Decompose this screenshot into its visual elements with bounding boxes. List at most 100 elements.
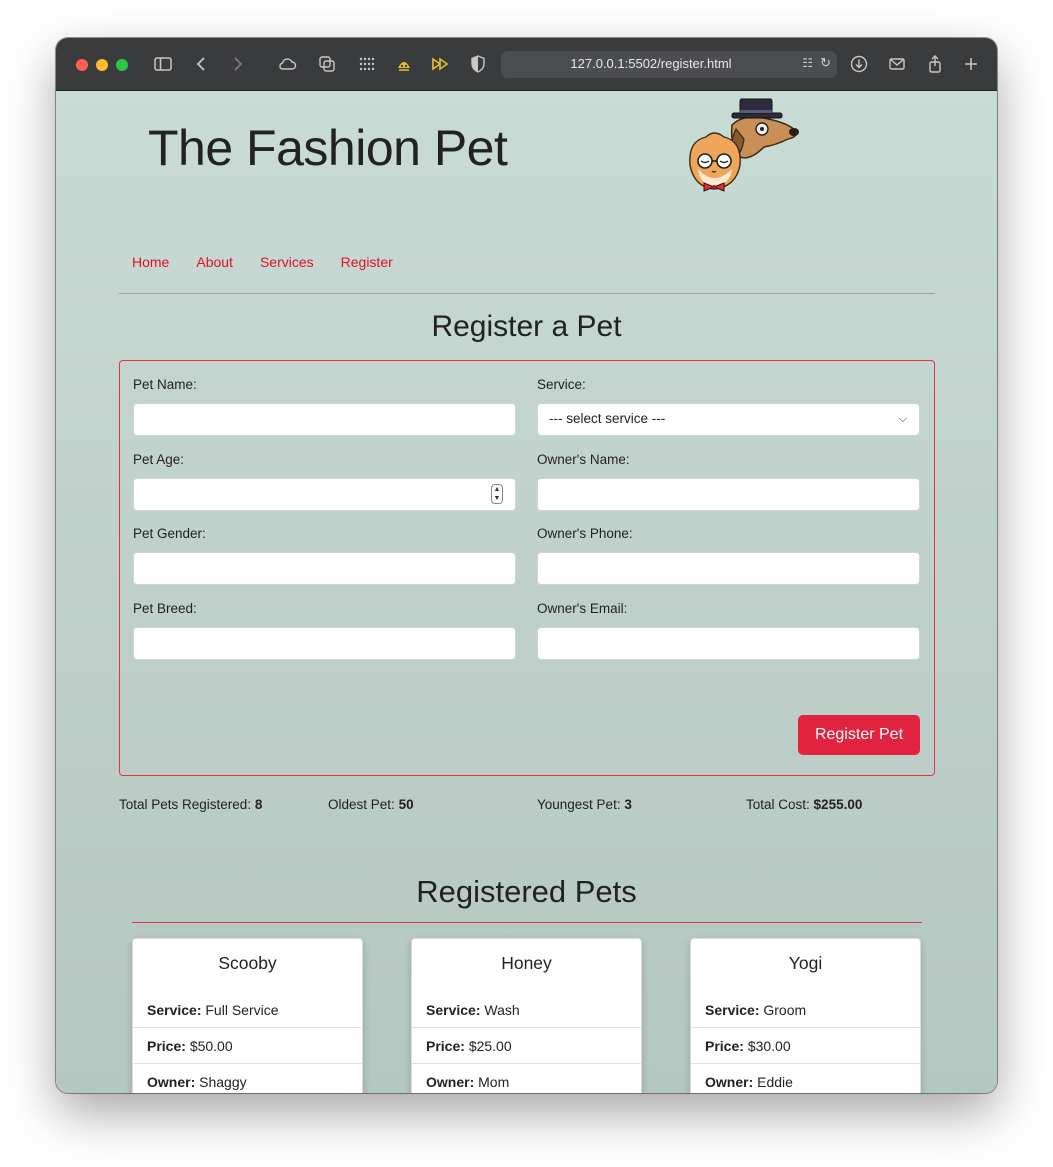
pet-card-service-label: Service: — [705, 1002, 760, 1018]
pet-card-service-row: Service: Wash — [412, 992, 641, 1028]
close-window-button[interactable] — [76, 59, 88, 71]
pet-card-price-row: Price: $25.00 — [412, 1028, 641, 1064]
download-icon[interactable] — [847, 53, 871, 75]
pet-card-service-value: Groom — [763, 1002, 807, 1018]
pet-name-label: Pet Name: — [133, 377, 197, 392]
pet-card-service-label: Service: — [147, 1002, 202, 1018]
translate-icon[interactable]: ☷ — [802, 56, 813, 70]
registered-pets-divider — [132, 922, 922, 923]
stat-total-label: Total Pets Registered: — [119, 797, 252, 812]
stat-total-cost: Total Cost: $255.00 — [746, 797, 862, 812]
pet-card-price-label: Price: — [147, 1038, 186, 1054]
shield-icon[interactable] — [466, 53, 490, 75]
minimize-window-button[interactable] — [96, 59, 108, 71]
fast-forward-icon[interactable] — [429, 53, 453, 75]
pet-card-owner-label: Owner: — [147, 1074, 196, 1090]
pet-card-owner-label: Owner: — [426, 1074, 475, 1090]
pet-breed-input[interactable] — [133, 627, 516, 660]
form-heading: Register a Pet — [431, 310, 622, 343]
browser-window: 127.0.0.1:5502/register.html ☷ ↻ The Fas… — [56, 38, 997, 1093]
pet-card-service-label: Service: — [426, 1002, 481, 1018]
cloud-icon[interactable] — [275, 53, 299, 75]
main-nav: Home About Services Register — [132, 254, 420, 270]
pet-card-price-value: $25.00 — [468, 1038, 512, 1054]
stat-youngest-pet: Youngest Pet: 3 — [537, 797, 632, 812]
stat-total-value: 8 — [254, 797, 263, 812]
tabs-overview-icon[interactable] — [315, 53, 339, 75]
stat-total-pets: Total Pets Registered: 8 — [119, 797, 262, 812]
pet-card-name: Honey — [501, 953, 552, 973]
pet-card-owner-value: Eddie — [757, 1074, 793, 1090]
pet-card-price-label: Price: — [705, 1038, 744, 1054]
owner-email-input[interactable] — [537, 627, 920, 660]
stat-oldest-label: Oldest Pet: — [328, 797, 395, 812]
owner-phone-label: Owner's Phone: — [537, 526, 633, 541]
back-icon[interactable] — [190, 53, 214, 75]
pet-age-label: Pet Age: — [133, 452, 185, 467]
register-form: Pet Name: Pet Age: ▲ ▼ Pet Gender: Pet Br… — [119, 360, 935, 776]
pet-card-owner-row: Owner: Mom — [412, 1064, 641, 1093]
nav-link-register[interactable]: Register — [341, 254, 393, 270]
register-pet-button[interactable]: Register Pet — [798, 715, 920, 755]
pet-card-owner-row: Owner: Eddie — [691, 1064, 920, 1093]
owner-name-label: Owner's Name: — [537, 452, 630, 467]
pet-gender-input[interactable] — [133, 552, 516, 585]
service-label: Service: — [537, 377, 586, 392]
mail-icon[interactable] — [885, 53, 909, 75]
stat-cost-label: Total Cost: — [746, 797, 810, 812]
pet-name-input[interactable] — [133, 403, 516, 436]
owner-name-input[interactable] — [537, 478, 920, 511]
pet-card-service-row: Service: Full Service — [133, 992, 362, 1028]
stat-cost-value: $255.00 — [813, 797, 863, 812]
extension-icon[interactable] — [392, 53, 416, 75]
pet-card: Scooby Service: Full Service Price: $50.… — [132, 938, 363, 1093]
address-bar[interactable]: 127.0.0.1:5502/register.html ☷ ↻ — [501, 51, 837, 78]
pet-breed-label: Pet Breed: — [133, 601, 197, 616]
pet-card-service-value: Full Service — [205, 1002, 279, 1018]
browser-toolbar: 127.0.0.1:5502/register.html ☷ ↻ — [56, 38, 997, 91]
pet-card-service-row: Service: Groom — [691, 992, 920, 1028]
owner-email-label: Owner's Email: — [537, 601, 628, 616]
stat-oldest-pet: Oldest Pet: 50 — [328, 797, 414, 812]
new-tab-icon[interactable] — [959, 53, 983, 75]
service-selected-value: --- select service --- — [549, 411, 666, 426]
registered-pets-heading: Registered Pets — [416, 874, 637, 909]
service-select[interactable]: --- select service --- ⌵ — [537, 403, 920, 436]
stat-youngest-value: 3 — [624, 797, 632, 812]
reload-icon[interactable]: ↻ — [820, 55, 831, 71]
pet-card: Honey Service: Wash Price: $25.00 Owner:… — [411, 938, 642, 1093]
pet-card: Yogi Service: Groom Price: $30.00 Owner:… — [690, 938, 921, 1093]
share-icon[interactable] — [923, 53, 947, 75]
nav-link-home[interactable]: Home — [132, 254, 169, 270]
pet-gender-label: Pet Gender: — [133, 526, 206, 541]
owner-phone-input[interactable] — [537, 552, 920, 585]
grid-icon[interactable] — [355, 53, 379, 75]
pet-card-owner-row: Owner: Shaggy — [133, 1064, 362, 1093]
pet-card-owner-value: Mom — [478, 1074, 510, 1090]
url-text[interactable]: 127.0.0.1:5502/register.html — [501, 56, 801, 71]
nav-divider — [119, 293, 935, 294]
nav-link-services[interactable]: Services — [260, 254, 314, 270]
pet-card-owner-label: Owner: — [705, 1074, 754, 1090]
pet-card-price-row: Price: $30.00 — [691, 1028, 920, 1064]
pet-card-service-value: Wash — [484, 1002, 520, 1018]
pet-card-price-value: $50.00 — [189, 1038, 233, 1054]
page-content: The Fashion Pet Home About Services Regi… — [56, 91, 997, 1093]
chevron-down-icon: ⌵ — [898, 413, 907, 425]
pet-card-price-row: Price: $50.00 — [133, 1028, 362, 1064]
zoom-window-button[interactable] — [116, 59, 128, 71]
forward-icon[interactable] — [225, 53, 249, 75]
site-title: The Fashion Pet — [148, 120, 508, 176]
stat-oldest-value: 50 — [398, 797, 414, 812]
nav-link-about[interactable]: About — [196, 254, 233, 270]
pet-mascot-logo — [689, 98, 799, 192]
pet-card-name: Yogi — [788, 953, 823, 973]
pet-card-price-value: $30.00 — [747, 1038, 791, 1054]
pet-card-price-label: Price: — [426, 1038, 465, 1054]
pet-age-input[interactable]: ▲ ▼ — [133, 478, 516, 511]
number-stepper-icon[interactable]: ▲ ▼ — [491, 484, 503, 504]
sidebar-icon[interactable] — [151, 53, 175, 75]
pet-card-name: Scooby — [218, 953, 277, 973]
pet-card-owner-value: Shaggy — [199, 1074, 247, 1090]
stat-youngest-label: Youngest Pet: — [537, 797, 621, 812]
